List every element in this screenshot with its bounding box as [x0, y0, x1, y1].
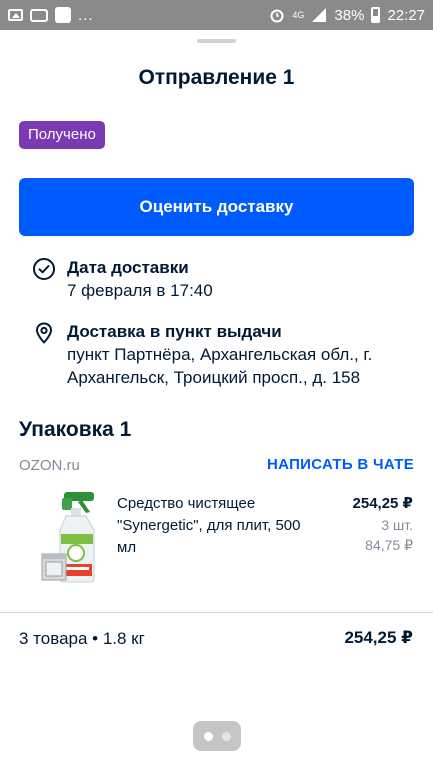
delivery-date-row: Дата доставки 7 февраля в 17:40 — [32, 256, 427, 302]
seller-name[interactable]: OZON.ru — [19, 457, 80, 474]
network-type: 4G — [292, 9, 305, 20]
order-summary: 3 товара • 1.8 кг — [19, 629, 145, 648]
package-title: Упаковка 1 — [19, 418, 132, 441]
more-notifications: ... — [78, 6, 94, 24]
map-pin-icon — [36, 322, 52, 344]
product-unit-price: 84,75 ₽ — [365, 537, 413, 553]
pickup-point-text: Доставка в пункт выдачи пункт Партнёра, … — [67, 320, 407, 389]
product-name[interactable]: Средство чистящее "Synergetic", для плит… — [117, 493, 317, 559]
summary-divider — [0, 612, 433, 613]
sheet-grab-handle[interactable] — [197, 39, 236, 43]
status-badge: Получено — [19, 121, 105, 149]
order-total: 254,25 ₽ — [344, 628, 413, 647]
battery-level: 38% — [334, 6, 365, 24]
delivery-date-text: Дата доставки 7 февраля в 17:40 — [67, 256, 213, 302]
app-notification-icon — [55, 7, 71, 23]
status-bar-left: ... — [8, 7, 94, 24]
write-in-chat-link[interactable]: НАПИСАТЬ В ЧАТЕ — [267, 456, 414, 473]
product-price: 254,25 ₽ — [352, 495, 413, 512]
check-circle-icon — [33, 258, 55, 280]
delivery-date-value: 7 февраля в 17:40 — [67, 281, 213, 300]
pickup-point-label: Доставка в пункт выдачи — [67, 322, 282, 341]
cast-icon — [30, 8, 48, 22]
delivery-date-label: Дата доставки — [67, 258, 189, 277]
page-indicator[interactable] — [193, 721, 241, 751]
battery-icon — [371, 7, 381, 23]
page-dot-active[interactable] — [203, 731, 213, 741]
gallery-icon — [8, 9, 23, 21]
pickup-point-address: пункт Партнёра, Архангельская обл., г. А… — [67, 345, 373, 387]
product-price-block: 254,25 ₽ 3 шт. 84,75 ₽ — [353, 493, 413, 555]
signal-icon — [312, 8, 327, 22]
alarm-icon — [270, 9, 284, 23]
shipment-title: Отправление 1 — [138, 66, 295, 89]
clock: 22:27 — [387, 6, 425, 24]
status-bar-right: 4G 38% 22:27 — [269, 7, 425, 24]
product-image[interactable] — [38, 490, 103, 584]
product-quantity: 3 шт. — [381, 517, 413, 533]
rate-delivery-button[interactable]: Оценить доставку — [19, 178, 414, 236]
page-dot[interactable] — [221, 731, 231, 741]
pickup-point-row: Доставка в пункт выдачи пункт Партнёра, … — [32, 320, 427, 389]
status-bar: ... 4G 38% 22:27 — [0, 0, 433, 30]
